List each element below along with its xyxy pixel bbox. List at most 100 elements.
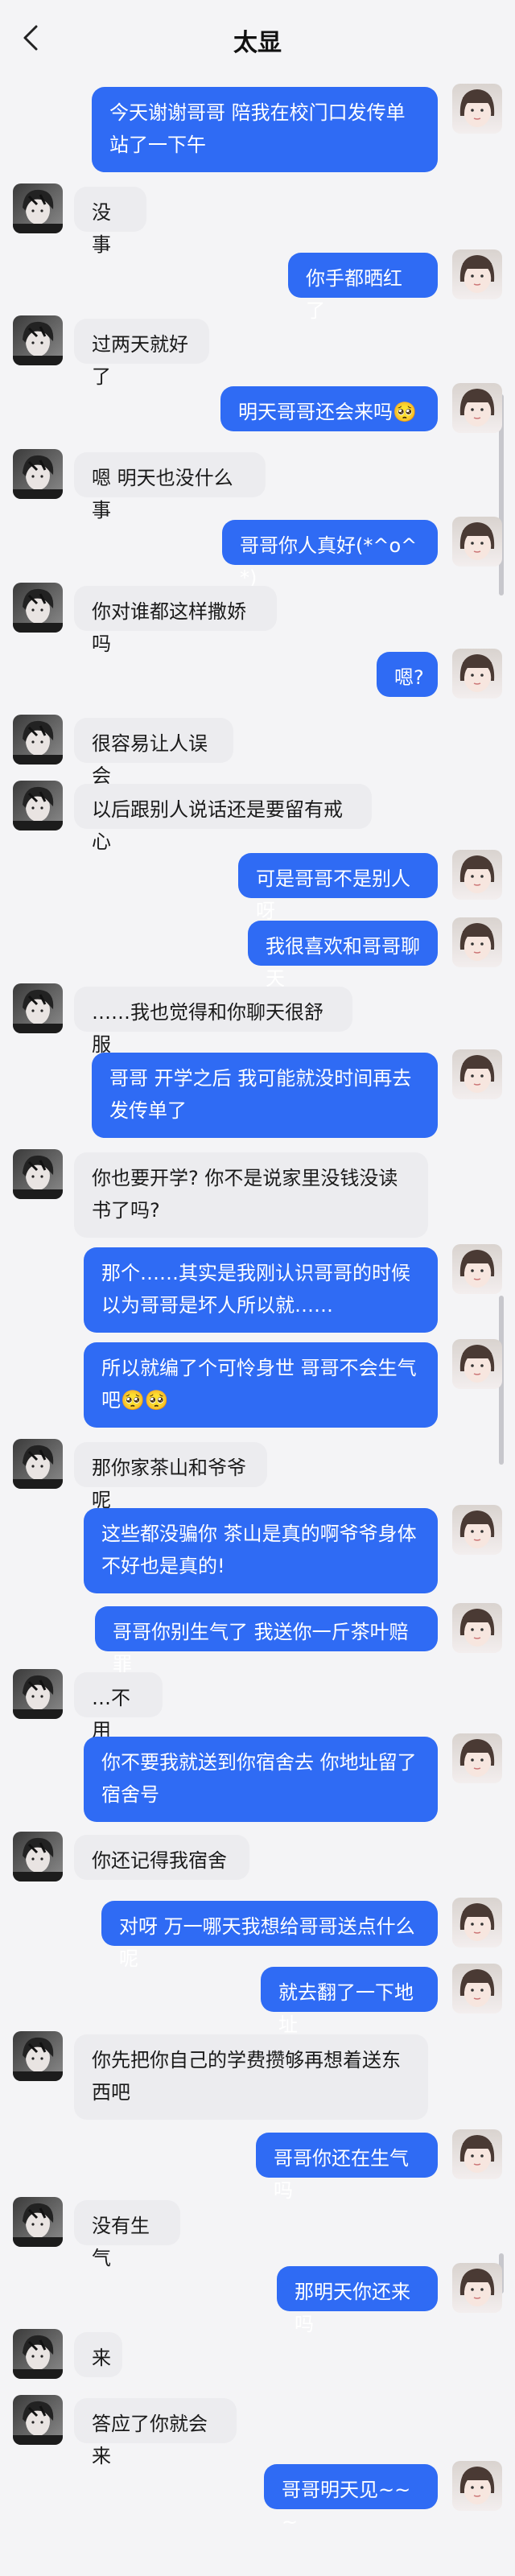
message-bubble[interactable]: 哥哥你人真好(*^o^*)	[222, 520, 438, 589]
message-bubble[interactable]: 你先把你自己的学费攒够再想着送东西吧	[74, 2034, 428, 2120]
message-bubble[interactable]: 那个……其实是我刚认识哥哥的时候 以为哥哥是坏人所以就……	[84, 1247, 438, 1333]
message-row-incoming: 以后跟别人说话还是要留有戒心	[0, 781, 515, 853]
my-avatar[interactable]	[452, 1898, 502, 1947]
my-avatar[interactable]	[452, 2129, 502, 2179]
message-row-outgoing: 这些都没骗你 茶山是真的啊爷爷身体不好也是真的!	[0, 1505, 515, 1598]
message-bubble[interactable]: 很容易让人误会	[74, 718, 233, 787]
my-avatar[interactable]	[452, 1964, 502, 2013]
my-avatar[interactable]	[452, 383, 502, 433]
my-avatar[interactable]	[452, 850, 502, 900]
my-avatar[interactable]	[452, 1049, 502, 1099]
message-row-outgoing: 哥哥明天见~~~	[0, 2461, 515, 2533]
message-bubble[interactable]: 你对谁都这样撒娇吗	[74, 586, 277, 655]
message-row-incoming: 你还记得我宿舍	[0, 1832, 515, 1885]
message-bubble[interactable]: 哥哥你别生气了 我送你一斤茶叶赔罪	[95, 1606, 438, 1675]
message-row-outgoing: 你手都晒红了	[0, 249, 515, 322]
contact-avatar[interactable]	[13, 781, 63, 831]
message-bubble[interactable]: 这些都没骗你 茶山是真的啊爷爷身体不好也是真的!	[84, 1508, 438, 1593]
message-row-incoming: 答应了你就会来	[0, 2395, 515, 2467]
message-row-outgoing: 对呀 万一哪天我想给哥哥送点什么呢	[0, 1898, 515, 1970]
contact-avatar[interactable]	[13, 983, 63, 1033]
message-row-outgoing: 你不要我就送到你宿舍去 你地址留了宿舍号	[0, 1733, 515, 1827]
message-row-outgoing: 哥哥你还在生气吗	[0, 2129, 515, 2202]
message-row-outgoing: 嗯?	[0, 649, 515, 702]
message-row-outgoing: 可是哥哥不是别人呀	[0, 850, 515, 922]
message-bubble[interactable]: 嗯 明天也没什么事	[74, 452, 266, 521]
message-row-incoming: 那你家茶山和爷爷呢	[0, 1439, 515, 1511]
message-bubble[interactable]: 你手都晒红了	[288, 253, 438, 322]
message-row-outgoing: 今天谢谢哥哥 陪我在校门口发传单站了一下午	[0, 84, 515, 177]
message-row-incoming: 没有生气	[0, 2197, 515, 2269]
message-bubble[interactable]: ……我也觉得和你聊天很舒服	[74, 987, 352, 1056]
message-bubble[interactable]: 可是哥哥不是别人呀	[238, 853, 438, 922]
message-bubble[interactable]: 没事	[74, 187, 146, 256]
my-avatar[interactable]	[452, 2461, 502, 2511]
message-row-outgoing: 那明天你还来吗	[0, 2263, 515, 2335]
my-avatar[interactable]	[452, 249, 502, 299]
message-row-outgoing: 那个……其实是我刚认识哥哥的时候 以为哥哥是坏人所以就……	[0, 1244, 515, 1337]
my-avatar[interactable]	[452, 917, 502, 967]
contact-avatar[interactable]	[13, 2031, 63, 2081]
message-row-incoming: 你也要开学? 你不是说家里没钱没读书了吗?	[0, 1149, 515, 1243]
contact-avatar[interactable]	[13, 2197, 63, 2247]
contact-avatar[interactable]	[13, 2329, 63, 2379]
my-avatar[interactable]	[452, 1505, 502, 1555]
message-row-outgoing: 我很喜欢和哥哥聊天	[0, 917, 515, 990]
message-bubble[interactable]: 答应了你就会来	[74, 2398, 237, 2467]
message-bubble[interactable]: 对呀 万一哪天我想给哥哥送点什么呢	[101, 1901, 438, 1970]
message-bubble[interactable]: 哥哥 开学之后 我可能就没时间再去发传单了	[92, 1053, 438, 1138]
my-avatar[interactable]	[452, 1244, 502, 1294]
message-row-incoming: 你先把你自己的学费攒够再想着送东西吧	[0, 2031, 515, 2125]
chat-header: 太显	[0, 0, 515, 77]
message-bubble[interactable]: 今天谢谢哥哥 陪我在校门口发传单站了一下午	[92, 87, 438, 172]
message-row-incoming: 过两天就好了	[0, 315, 515, 388]
message-bubble[interactable]: 哥哥明天见~~~	[264, 2464, 438, 2533]
message-bubble[interactable]: 你还记得我宿舍	[74, 1835, 249, 1880]
my-avatar[interactable]	[452, 649, 502, 699]
message-bubble[interactable]: 你也要开学? 你不是说家里没钱没读书了吗?	[74, 1152, 428, 1238]
message-row-incoming: …不用	[0, 1669, 515, 1741]
contact-avatar[interactable]	[13, 1439, 63, 1489]
contact-avatar[interactable]	[13, 315, 63, 365]
message-bubble[interactable]: 就去翻了一下地址	[261, 1967, 438, 2036]
message-row-incoming: 来	[0, 2329, 515, 2382]
message-row-incoming: 嗯 明天也没什么事	[0, 449, 515, 521]
my-avatar[interactable]	[452, 84, 502, 134]
message-bubble[interactable]: 哥哥你还在生气吗	[256, 2133, 438, 2202]
contact-avatar[interactable]	[13, 1832, 63, 1882]
message-bubble[interactable]: 你不要我就送到你宿舍去 你地址留了宿舍号	[84, 1737, 438, 1822]
my-avatar[interactable]	[452, 1603, 502, 1653]
message-row-incoming: 很容易让人误会	[0, 715, 515, 787]
message-bubble[interactable]: 嗯?	[377, 652, 438, 697]
message-row-outgoing: 所以就编了个可怜身世 哥哥不会生气吧🥺🥺	[0, 1339, 515, 1432]
message-row-incoming: 你对谁都这样撒娇吗	[0, 583, 515, 655]
message-bubble[interactable]: 所以就编了个可怜身世 哥哥不会生气吧🥺🥺	[84, 1342, 438, 1428]
message-bubble[interactable]: 那明天你还来吗	[277, 2266, 438, 2335]
message-bubble[interactable]: 我很喜欢和哥哥聊天	[248, 921, 438, 990]
message-row-outgoing: 哥哥你人真好(*^o^*)	[0, 517, 515, 589]
message-bubble[interactable]: 以后跟别人说话还是要留有戒心	[74, 784, 372, 853]
my-avatar[interactable]	[452, 2263, 502, 2313]
message-bubble[interactable]: 没有生气	[74, 2200, 180, 2269]
contact-avatar[interactable]	[13, 2395, 63, 2445]
contact-avatar[interactable]	[13, 183, 63, 233]
contact-avatar[interactable]	[13, 449, 63, 499]
contact-avatar[interactable]	[13, 715, 63, 765]
message-bubble[interactable]: 明天哥哥还会来吗🥺	[220, 386, 438, 431]
contact-avatar[interactable]	[13, 1149, 63, 1199]
message-bubble[interactable]: 那你家茶山和爷爷呢	[74, 1442, 267, 1511]
message-bubble[interactable]: 过两天就好了	[74, 319, 209, 388]
my-avatar[interactable]	[452, 1339, 502, 1389]
my-avatar[interactable]	[452, 1733, 502, 1783]
message-row-incoming: ……我也觉得和你聊天很舒服	[0, 983, 515, 1056]
contact-avatar[interactable]	[13, 1669, 63, 1719]
contact-avatar[interactable]	[13, 583, 63, 633]
message-row-outgoing: 哥哥 开学之后 我可能就没时间再去发传单了	[0, 1049, 515, 1143]
my-avatar[interactable]	[452, 517, 502, 567]
message-row-incoming: 没事	[0, 183, 515, 256]
message-row-outgoing: 明天哥哥还会来吗🥺	[0, 383, 515, 436]
message-bubble[interactable]: 来	[74, 2332, 122, 2377]
message-row-outgoing: 哥哥你别生气了 我送你一斤茶叶赔罪	[0, 1603, 515, 1675]
message-bubble[interactable]: …不用	[74, 1672, 163, 1741]
chat-title: 太显	[233, 29, 282, 57]
